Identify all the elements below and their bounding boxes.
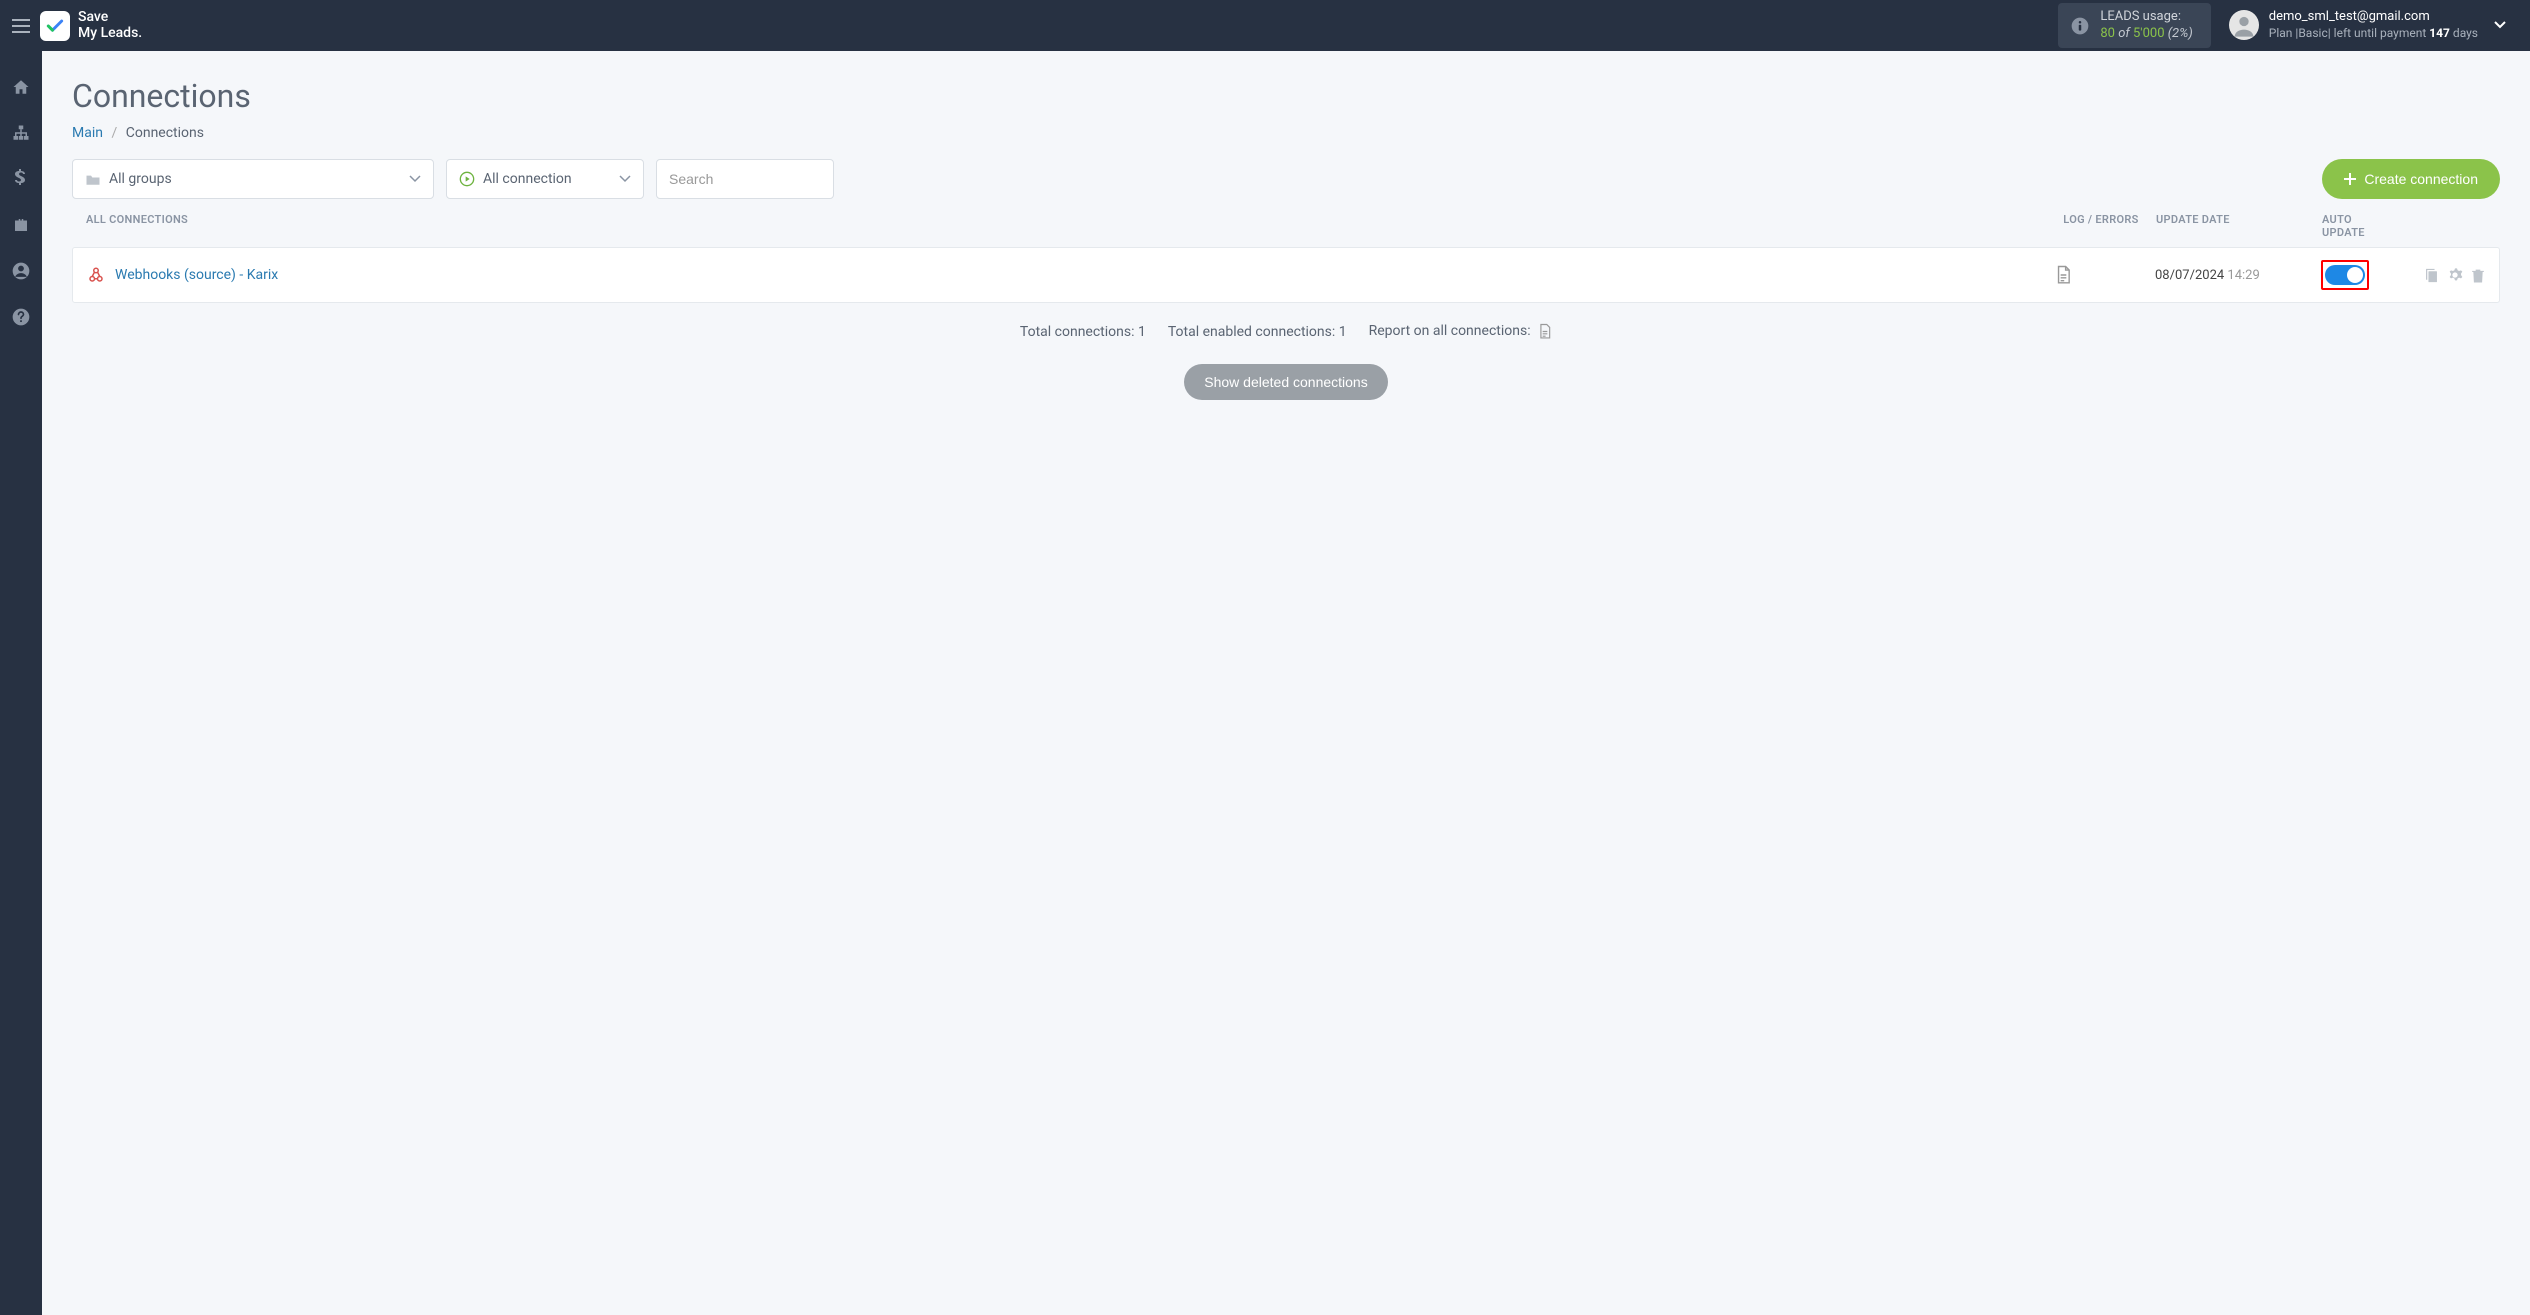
document-icon (1538, 323, 1552, 340)
summary-row: Total connections: 1 Total enabled conne… (72, 323, 2500, 340)
briefcase-icon[interactable] (9, 213, 33, 237)
filter-row: All groups All connection Create (72, 159, 2500, 199)
col-name: ALL CONNECTIONS (86, 213, 2056, 239)
table-row: Webhooks (source) - Karix 08/07/2024 14:… (72, 247, 2500, 303)
copy-icon[interactable] (2424, 267, 2439, 284)
page-title: Connections (72, 77, 2500, 115)
connections-select-label: All connection (483, 171, 572, 187)
leads-usage-values: 80 of 5'000 (2%) (2100, 26, 2192, 43)
log-button[interactable] (2055, 265, 2145, 285)
sidebar (0, 51, 42, 1315)
col-log: LOG / ERRORS (2056, 213, 2146, 239)
folder-icon (85, 173, 101, 186)
help-icon[interactable] (9, 305, 33, 329)
breadcrumb-current: Connections (126, 125, 204, 141)
groups-select-label: All groups (109, 171, 172, 187)
show-deleted-button[interactable]: Show deleted connections (1184, 364, 1387, 400)
update-date: 08/07/2024 14:29 (2145, 268, 2285, 283)
top-header: Save My Leads. LEADS usage: 80 of 5'000 … (0, 0, 2530, 51)
create-connection-button[interactable]: Create connection (2322, 159, 2500, 199)
play-circle-icon (459, 171, 475, 187)
trash-icon[interactable] (2471, 267, 2485, 284)
col-date: UPDATE DATE (2146, 213, 2286, 239)
leads-usage-label: LEADS usage: (2100, 9, 2192, 26)
report-link[interactable]: Report on all connections: (1369, 323, 1552, 340)
logo-text: Save My Leads. (78, 10, 142, 41)
auto-update-highlight (2321, 260, 2369, 290)
info-icon (2070, 16, 2090, 36)
webhook-icon (87, 266, 105, 284)
leads-usage-badge[interactable]: LEADS usage: 80 of 5'000 (2%) (2058, 3, 2210, 49)
connections-select[interactable]: All connection (446, 159, 644, 199)
menu-icon[interactable] (12, 19, 30, 33)
gear-icon[interactable] (2447, 267, 2463, 284)
logo-icon[interactable] (40, 11, 70, 41)
main-content: Connections Main / Connections All group… (42, 51, 2530, 1315)
chevron-down-icon (409, 175, 421, 183)
table-header: ALL CONNECTIONS LOG / ERRORS UPDATE DATE… (72, 213, 2500, 247)
user-plan: Plan |Basic| left until payment 147 days (2269, 26, 2478, 42)
user-email: demo_sml_test@gmail.com (2269, 9, 2478, 26)
user-icon[interactable] (9, 259, 33, 283)
home-icon[interactable] (9, 75, 33, 99)
dollar-icon[interactable] (9, 167, 33, 191)
avatar-icon (2229, 10, 2259, 40)
plus-icon (2344, 173, 2356, 185)
col-auto: AUTO UPDATE (2286, 213, 2396, 239)
breadcrumb-main[interactable]: Main (72, 125, 103, 141)
connection-name-link[interactable]: Webhooks (source) - Karix (115, 267, 278, 283)
groups-select[interactable]: All groups (72, 159, 434, 199)
search-input[interactable] (656, 159, 834, 199)
breadcrumb: Main / Connections (72, 125, 2500, 141)
chevron-down-icon (619, 175, 631, 183)
chevron-down-icon (2494, 21, 2506, 29)
sitemap-icon[interactable] (9, 121, 33, 145)
auto-update-toggle[interactable] (2325, 265, 2365, 285)
user-menu[interactable]: demo_sml_test@gmail.com Plan |Basic| lef… (2229, 9, 2506, 41)
